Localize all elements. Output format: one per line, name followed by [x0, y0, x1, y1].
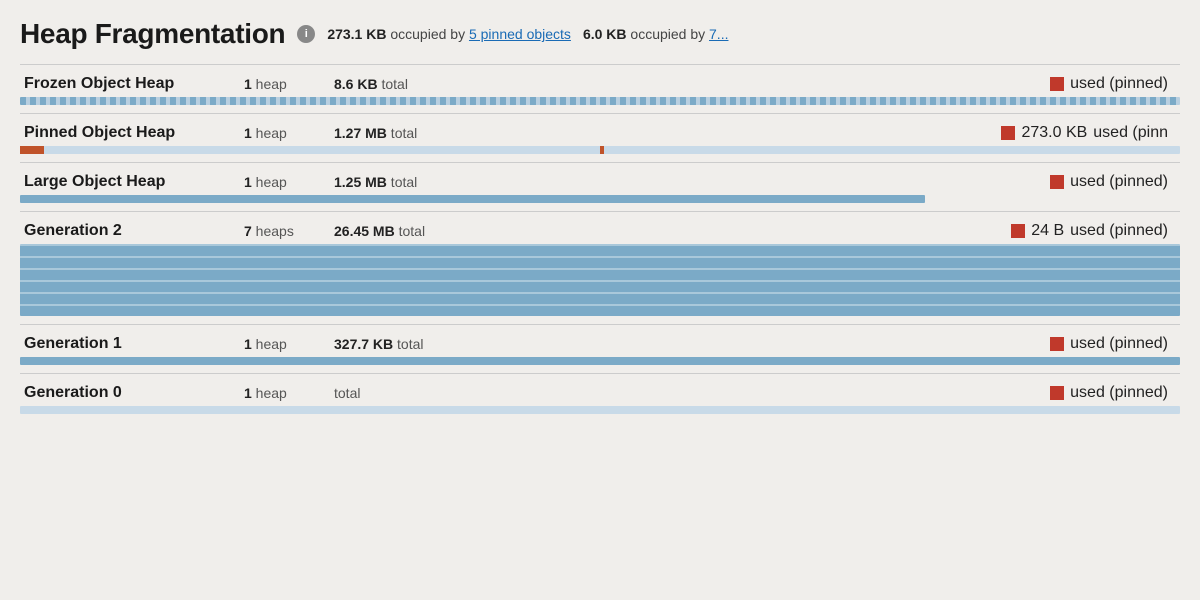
- heap-name-frozen: Frozen Object Heap: [24, 75, 244, 93]
- header-stat1-link[interactable]: 5 pinned objects: [469, 26, 571, 42]
- legend-label-gen0: used (pinned): [1070, 384, 1168, 402]
- heap-legend-frozen: used (pinned): [1050, 75, 1176, 93]
- heap-size-frozen: 8.6 KB total: [334, 76, 474, 92]
- legend-label-pinned: used (pinn: [1093, 124, 1168, 142]
- section-gen1-meta: Generation 1 1 heap 327.7 KB total used …: [20, 325, 1180, 357]
- legend-label-gen1: used (pinned): [1070, 335, 1168, 353]
- header-stat-2: 6.0 KB occupied by 7...: [583, 26, 729, 42]
- bar-pinned-marker: [20, 146, 44, 154]
- heap-size-large: 1.25 MB total: [334, 174, 474, 190]
- legend-label-frozen: used (pinned): [1070, 75, 1168, 93]
- bar-gen1: [20, 357, 1180, 365]
- bar-section-frozen: [20, 97, 1180, 113]
- heap-name-large: Large Object Heap: [24, 173, 244, 191]
- info-icon[interactable]: i: [297, 25, 315, 43]
- header-stat2-link[interactable]: 7...: [709, 26, 728, 42]
- heap-size-pinned: 1.27 MB total: [334, 125, 474, 141]
- heap-legend-pinned: 273.0 KB used (pinn: [1001, 124, 1176, 142]
- heap-name-gen2: Generation 2: [24, 222, 244, 240]
- header-stat2-num: 6.0 KB: [583, 26, 627, 42]
- section-gen1: Generation 1 1 heap 327.7 KB total used …: [20, 324, 1180, 373]
- heap-size-gen1: 327.7 KB total: [334, 336, 474, 352]
- section-frozen: Frozen Object Heap 1 heap 8.6 KB total u…: [20, 64, 1180, 113]
- bar-section-gen0: [20, 406, 1180, 422]
- legend-detail-gen2: 24 B: [1031, 222, 1064, 240]
- bar-section-pinned: [20, 146, 1180, 162]
- section-pinned: Pinned Object Heap 1 heap 1.27 MB total …: [20, 113, 1180, 162]
- legend-icon-gen0: [1050, 386, 1064, 400]
- section-gen0-meta: Generation 0 1 heap total used (pinned): [20, 374, 1180, 406]
- section-gen2-meta: Generation 2 7 heaps 26.45 MB total 24 B…: [20, 212, 1180, 244]
- heap-count-large: 1 heap: [244, 174, 334, 190]
- section-pinned-meta: Pinned Object Heap 1 heap 1.27 MB total …: [20, 114, 1180, 146]
- heap-size-gen0: total: [334, 385, 474, 401]
- legend-icon-large: [1050, 175, 1064, 189]
- heap-legend-gen0: used (pinned): [1050, 384, 1176, 402]
- bar-section-gen2: [20, 244, 1180, 324]
- bar-large: [20, 195, 925, 203]
- legend-icon-frozen: [1050, 77, 1064, 91]
- heap-name-gen0: Generation 0: [24, 384, 244, 402]
- bar-gen0: [20, 406, 1180, 414]
- section-large-meta: Large Object Heap 1 heap 1.25 MB total u…: [20, 163, 1180, 195]
- section-gen0: Generation 0 1 heap total used (pinned): [20, 373, 1180, 422]
- header-stat-1: 273.1 KB occupied by 5 pinned objects: [327, 26, 571, 42]
- bar-gen2: [20, 244, 1180, 316]
- header-stat1-num: 273.1 KB: [327, 26, 386, 42]
- heap-sections: Frozen Object Heap 1 heap 8.6 KB total u…: [20, 64, 1180, 422]
- heap-count-frozen: 1 heap: [244, 76, 334, 92]
- heap-legend-gen2: 24 B used (pinned): [1011, 222, 1176, 240]
- legend-icon-gen1: [1050, 337, 1064, 351]
- legend-label-gen2: used (pinned): [1070, 222, 1168, 240]
- bar-section-large: [20, 195, 1180, 211]
- header-stat2-text: occupied by: [630, 26, 705, 42]
- heap-legend-gen1: used (pinned): [1050, 335, 1176, 353]
- legend-detail-pinned: 273.0 KB: [1021, 124, 1087, 142]
- legend-icon-gen2: [1011, 224, 1025, 238]
- page-container: Heap Fragmentation i 273.1 KB occupied b…: [0, 0, 1200, 432]
- heap-count-gen2: 7 heaps: [244, 223, 334, 239]
- bar-pinned-wrapper: [20, 146, 1180, 154]
- heap-size-gen2: 26.45 MB total: [334, 223, 474, 239]
- legend-label-large: used (pinned): [1070, 173, 1168, 191]
- heap-count-gen0: 1 heap: [244, 385, 334, 401]
- page-title: Heap Fragmentation: [20, 18, 285, 50]
- bar-pinned-center: [600, 146, 604, 154]
- header-row: Heap Fragmentation i 273.1 KB occupied b…: [20, 18, 1180, 50]
- heap-legend-large: used (pinned): [1050, 173, 1176, 191]
- section-large: Large Object Heap 1 heap 1.25 MB total u…: [20, 162, 1180, 211]
- heap-count-gen1: 1 heap: [244, 336, 334, 352]
- heap-name-pinned: Pinned Object Heap: [24, 124, 244, 142]
- bar-section-gen1: [20, 357, 1180, 373]
- section-gen2: Generation 2 7 heaps 26.45 MB total 24 B…: [20, 211, 1180, 324]
- bar-frozen: [20, 97, 1180, 105]
- heap-name-gen1: Generation 1: [24, 335, 244, 353]
- section-frozen-meta: Frozen Object Heap 1 heap 8.6 KB total u…: [20, 65, 1180, 97]
- legend-icon-pinned: [1001, 126, 1015, 140]
- heap-count-pinned: 1 heap: [244, 125, 334, 141]
- header-stat1-text: occupied by: [390, 26, 465, 42]
